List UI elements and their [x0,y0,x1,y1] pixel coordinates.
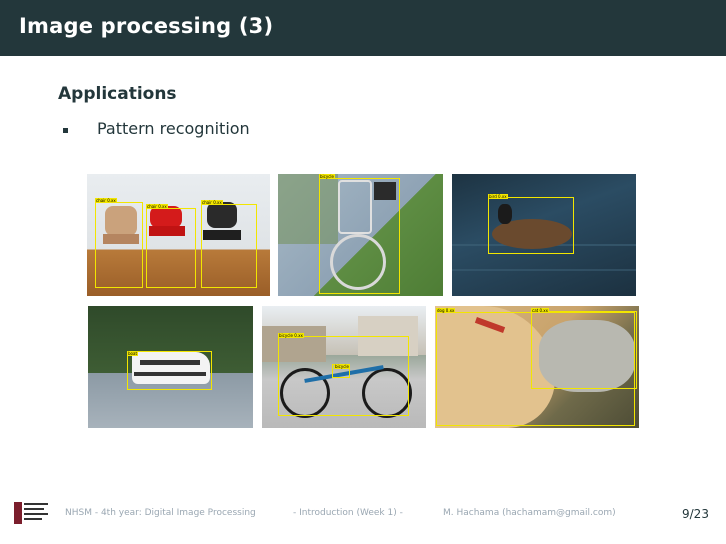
detection-label: chair 0.xx [146,204,168,209]
photo-dog-cat: dog 0.xx cat 0.xx [435,306,639,428]
detection-label: bicycle 0.xx [278,333,304,338]
detection-box [488,197,574,254]
footer-course: - Introduction (Week 1) - [293,508,403,518]
photo-bicycle: bicycle [278,174,443,296]
page-number: 9/23 [682,507,709,521]
detection-label: bicycle [334,364,350,369]
bullet-square-icon [63,128,68,133]
detection-label: boat [127,351,139,356]
detection-box [127,351,212,390]
detection-label: dog 0.xx [436,308,456,313]
detection-label: bird 0.xx [488,194,508,199]
footer-school: NHSM - 4th year: Digital Image Processin… [65,508,256,518]
slide-title: Image processing (3) [19,14,274,38]
detection-box [95,202,143,288]
institution-logo-icon [14,502,48,524]
detection-label: cat 0.xx [531,308,550,313]
detection-box [201,204,257,288]
photo-bird: bird 0.xx [452,174,636,296]
detection-box [531,311,637,389]
detection-label: bicycle [319,174,335,179]
photo-boat: boat [88,306,253,428]
section-heading: Applications [58,84,177,104]
photo-chairs: chair 0.xx chair 0.xx chair 0.xx [87,174,270,296]
photo-bicycle-2: bicycle 0.xx bicycle [262,306,426,428]
footer-author: M. Hachama (hachamam@gmail.com) [443,508,616,518]
bullet-item: Pattern recognition [97,119,250,138]
detection-label: chair 0.xx [201,200,223,205]
detection-box [319,178,400,294]
slide-title-bar: Image processing (3) [0,0,726,56]
detection-label: chair 0.xx [95,198,117,203]
detection-box [146,208,196,288]
